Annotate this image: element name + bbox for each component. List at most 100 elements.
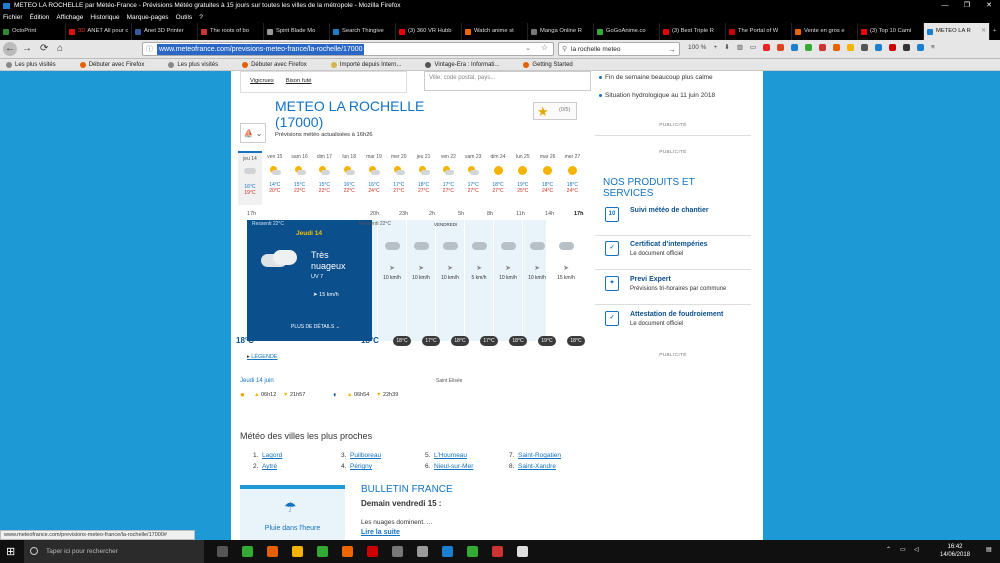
tray-chevron-icon[interactable]: ⌃ (886, 546, 891, 553)
day-7[interactable]: jeu 21 18°C 27°C (412, 151, 436, 205)
day-3[interactable]: dim 17 15°C 22°C (312, 151, 336, 205)
library-icon[interactable]: ▥ (737, 43, 743, 51)
day-10[interactable]: dim 24 18°C 27°C (486, 151, 510, 205)
new-tab-button[interactable]: + (990, 23, 1000, 40)
menu-fichier[interactable]: Fichier (3, 12, 23, 23)
tab-0[interactable]: OctoPrint (0, 23, 66, 40)
sidebar-icon[interactable]: ▭ (750, 43, 756, 51)
bookmark-item[interactable]: Vintage-Era : Informati... (425, 59, 511, 70)
nearby-city-link[interactable]: Puilboreau (350, 452, 381, 459)
menu-help[interactable]: ? (199, 12, 203, 23)
taskbar-app-2[interactable] (260, 540, 285, 563)
zoom-in-icon[interactable]: + (713, 44, 717, 51)
chevron-down-icon[interactable]: ⌄ (525, 44, 531, 52)
extension-icon[interactable] (861, 43, 868, 51)
taskbar-app-7[interactable] (385, 540, 410, 563)
taskbar-app-9[interactable] (435, 540, 460, 563)
url-text[interactable]: www.meteofrance.com/previsions-meteo-fra… (157, 44, 365, 55)
tab-8[interactable]: Manga Online R (528, 23, 594, 40)
day-0[interactable]: jeu 14 16°C 19°C (238, 151, 262, 205)
taskbar-app-11[interactable] (485, 540, 510, 563)
tab-6[interactable]: (3) 360 VR Hubb (396, 23, 462, 40)
tab-4[interactable]: Spirit Blade Mo (264, 23, 330, 40)
extension-icon[interactable] (917, 43, 924, 51)
nearby-city-link[interactable]: Lagord (262, 452, 282, 459)
nearby-city-link[interactable]: Saint-Xandre (518, 463, 556, 470)
more-details-button[interactable]: PLUS DE DÉTAILS ⌄ (291, 324, 340, 330)
hour-column[interactable]: ➤ 5 km/h (464, 220, 493, 341)
minimize-button[interactable]: — (934, 0, 956, 12)
taskbar-app-0[interactable] (210, 540, 235, 563)
bulletin-read-more-link[interactable]: Lire la suite (361, 529, 400, 536)
tab-5[interactable]: Search Thingive (330, 23, 396, 40)
day-2[interactable]: sam 16 15°C 22°C (288, 151, 312, 205)
nearby-city-link[interactable]: Saint-Rogatien (518, 452, 561, 459)
taskbar-app-6[interactable] (360, 540, 385, 563)
hour-column[interactable]: ➤ 10 km/h (377, 220, 406, 341)
tab-7[interactable]: Watch anime st (462, 23, 528, 40)
extension-icon[interactable] (903, 43, 910, 51)
city-search-input[interactable]: Ville, code postal, pays... (424, 71, 591, 91)
legend-link[interactable]: ▸ LÉGENDE (247, 354, 278, 360)
search-go-icon[interactable]: → (668, 43, 676, 56)
day-6[interactable]: mer 20 17°C 27°C (387, 151, 411, 205)
extension-icon[interactable] (819, 43, 826, 51)
menu-affichage[interactable]: Affichage (56, 12, 83, 23)
extension-icon[interactable] (847, 43, 854, 51)
info-icon[interactable]: ⓘ (146, 44, 153, 54)
link-vigicrues[interactable]: Vigicrues (250, 78, 274, 84)
zoom-level[interactable]: 100 % (688, 44, 706, 51)
download-icon[interactable]: ⬇ (724, 43, 729, 51)
tab-2[interactable]: Anet 3D Printer (132, 23, 198, 40)
day-12[interactable]: mar 26 18°C 24°C (536, 151, 560, 205)
url-bar[interactable]: ⓘ www.meteofrance.com/previsions-meteo-f… (142, 42, 554, 56)
tab-9[interactable]: GoGoAnime.co (594, 23, 660, 40)
link-bison-fute[interactable]: Bison futé (286, 78, 312, 84)
bookmark-item[interactable]: Débuter avec Firefox (242, 59, 319, 70)
bookmark-item[interactable]: Débuter avec Firefox (79, 59, 157, 70)
tab-10[interactable]: (3) Best Triple R (660, 23, 726, 40)
tab-14[interactable]: METEO LA R ✕ (924, 23, 990, 40)
nearby-city-link[interactable]: Nieul-sur-Mer (434, 463, 473, 470)
day-5[interactable]: mar 19 16°C 24°C (362, 151, 386, 205)
bookmark-star-icon[interactable]: ☆ (541, 43, 548, 52)
hamburger-menu-icon[interactable]: ≡ (931, 44, 935, 51)
reload-button[interactable]: ⟳ (40, 43, 48, 54)
day-11[interactable]: lun 25 19°C 25°C (511, 151, 535, 205)
current-day-panel[interactable] (247, 220, 372, 341)
tab-13[interactable]: (3) Top 10 Cami (858, 23, 924, 40)
taskbar-search[interactable]: Taper ici pour rechercher (24, 540, 204, 563)
clock[interactable]: 16:42 14/06/2018 (940, 543, 970, 559)
hour-column[interactable]: ➤ 15 km/h (551, 220, 580, 341)
day-13[interactable]: mer 27 18°C 24°C (560, 151, 584, 205)
taskbar-app-8[interactable] (410, 540, 435, 563)
hour-column[interactable]: ➤ 10 km/h (522, 220, 551, 341)
news-link[interactable]: Situation hydrologique au 11 juin 2018 (599, 92, 715, 99)
start-button[interactable]: ⊞ (6, 546, 18, 558)
taskbar-app-4[interactable] (310, 540, 335, 563)
tab-3[interactable]: The roots of bo (198, 23, 264, 40)
forward-button[interactable]: → (22, 43, 32, 54)
taskbar-app-3[interactable] (285, 540, 310, 563)
day-8[interactable]: ven 22 17°C 27°C (436, 151, 460, 205)
nearby-city-link[interactable]: Aytré (262, 463, 277, 470)
wind-selector[interactable]: ⛵ ⌄ (240, 123, 266, 143)
nearby-city-link[interactable]: L'Houmeau (434, 452, 467, 459)
day-9[interactable]: sam 23 17°C 27°C (461, 151, 485, 205)
menu-historique[interactable]: Historique (90, 12, 119, 23)
home-button[interactable]: ⌂ (57, 43, 63, 54)
menu-marque-pages[interactable]: Marque-pages (127, 12, 169, 23)
taskbar-app-5[interactable] (335, 540, 360, 563)
news-link[interactable]: Fin de semaine beaucoup plus calme (599, 74, 713, 81)
search-input[interactable]: ⚲ la rochelle meteo → (558, 42, 680, 56)
nearby-city-link[interactable]: Périgny (350, 463, 372, 470)
day-4[interactable]: lun 18 16°C 22°C (337, 151, 361, 205)
bookmark-item[interactable]: Les plus visités (168, 59, 230, 70)
extension-icon[interactable] (777, 43, 784, 51)
bookmark-item[interactable]: Getting Started (523, 59, 584, 70)
extension-icon[interactable] (889, 43, 896, 51)
volume-icon[interactable]: ◁ (914, 546, 919, 553)
maximize-button[interactable]: ❐ (956, 0, 978, 12)
favorite-button[interactable]: ★ (0/5) (533, 102, 577, 120)
extension-icon[interactable] (875, 43, 882, 51)
